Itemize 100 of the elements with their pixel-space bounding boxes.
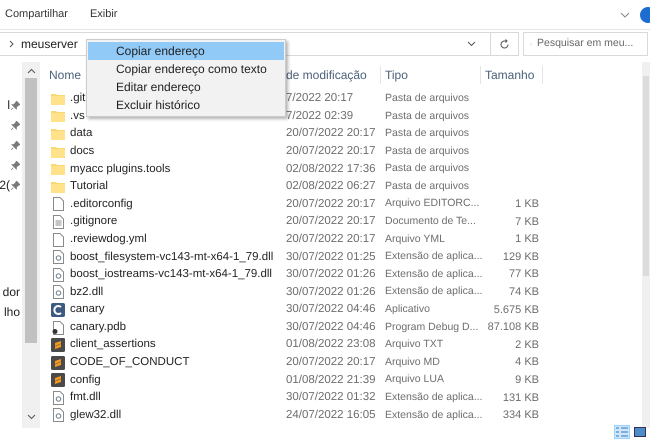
date-cell-text: 30/07/2022 04:46 [286, 320, 377, 335]
size-cell-text: 1 KB [515, 232, 539, 248]
type-cell-text: Extensão de aplica... [385, 249, 484, 264]
file-name[interactable]: glew32.dll [70, 406, 122, 424]
file-name[interactable]: Tutorial [70, 178, 108, 196]
size-cell-text: 5.675 KB [494, 302, 539, 318]
app-icon [51, 302, 65, 317]
file-name[interactable]: .editorconfig [70, 196, 133, 213]
file-icon [52, 197, 64, 212]
file-name[interactable]: boost_iostreams-vc143-mt-x64-1_79.dll [70, 266, 272, 284]
type-cell-text: Documento de Te... [385, 214, 477, 230]
file-name[interactable]: myacc plugins.tools [70, 160, 170, 178]
date-cell-text: 01/08/2022 23:08 [286, 337, 377, 352]
type-cell-text: Program Debug D... [385, 320, 480, 335]
gear-file-icon [52, 250, 64, 264]
file-icon [52, 320, 64, 335]
file-name[interactable]: boost_filesystem-vc143-mt-x64-1_79.dll [70, 248, 274, 266]
date-cell-text: 02/08/2022 17:36 [286, 162, 377, 177]
date-cell-text: 20/07/2022 20:17 [286, 232, 377, 247]
type-cell-text: Pasta de arquivos [385, 161, 470, 176]
nav-item[interactable]: dor [2, 283, 20, 301]
file-name[interactable]: .git [70, 90, 86, 108]
ribbon-tab[interactable]: Exibir [90, 6, 118, 23]
text-file-icon [52, 214, 64, 229]
pin-icon [11, 100, 20, 110]
folder-icon [51, 163, 65, 176]
folder-icon [51, 180, 65, 193]
pin-icon [11, 120, 20, 130]
file-name[interactable]: client_assertions [70, 336, 156, 354]
type-cell-text: Pasta de arquivos [385, 144, 470, 159]
type-cell-text: Extensão de aplica... [385, 266, 484, 282]
scroll-up-icon[interactable] [26, 68, 36, 74]
date-cell-text: 30/07/2022 01:26 [286, 284, 377, 300]
type-cell-text: Arquivo EDITORC... [385, 196, 480, 212]
gear-file-icon [52, 285, 64, 300]
file-name[interactable]: canary [70, 301, 105, 319]
size-cell-text: 9 KB [515, 373, 539, 388]
date-cell-text: 20/07/2022 20:17 [286, 126, 377, 142]
scroll-thumb[interactable] [643, 76, 649, 276]
file-name[interactable]: data [70, 125, 92, 143]
pin-icon [11, 180, 20, 190]
file-name[interactable]: CODE_OF_CONDUCT [70, 354, 190, 372]
nav-item[interactable]: l [7, 96, 10, 114]
ribbon-tab[interactable]: Compartilhar [5, 6, 68, 23]
date-cell-text: 20/07/2022 20:17 [286, 355, 377, 370]
type-cell-text: Pasta de arquivos [385, 126, 470, 142]
size-cell-text: 131 KB [502, 390, 539, 406]
chevron-down-icon[interactable] [620, 12, 630, 18]
menu-item[interactable]: Editar endereço [88, 78, 284, 96]
file-name[interactable]: docs [70, 142, 94, 160]
details-view-button[interactable] [614, 425, 630, 439]
file-name[interactable]: canary.pdb [70, 318, 126, 336]
nav-item[interactable]: lho [4, 303, 20, 321]
menu-item[interactable]: Copiar endereço como texto [88, 60, 284, 78]
nav-scrollbar[interactable] [22, 62, 40, 428]
size-cell-text: 4 KB [515, 355, 539, 370]
size-cell-text: 7 KB [515, 214, 539, 230]
file-name[interactable]: bz2.dll [70, 284, 104, 301]
folder-icon [51, 146, 65, 158]
editor-file-icon [51, 338, 65, 352]
size-cell-text: 74 KB [509, 285, 539, 300]
search-field[interactable]: Pesquisar em meu... [523, 32, 648, 56]
scroll-down-icon[interactable] [26, 414, 36, 420]
column-header[interactable]: Tamanho [481, 66, 543, 84]
size-cell-text: 77 KB [509, 267, 539, 282]
editor-file-icon [51, 373, 65, 388]
date-cell-text: 7/2022 20:17 [286, 91, 354, 106]
date-cell-text: 30/07/2022 01:25 [286, 250, 377, 265]
list-scrollbar[interactable] [642, 62, 650, 428]
date-cell-text: 20/07/2022 20:17 [286, 196, 377, 212]
date-cell-text: 30/07/2022 01:32 [286, 390, 377, 406]
scroll-thumb[interactable] [25, 78, 37, 343]
chevron-right-icon [9, 40, 14, 48]
help-icon[interactable] [638, 6, 650, 22]
gear-file-icon [52, 390, 64, 405]
nav-item[interactable]: 2( [0, 176, 10, 194]
date-cell-text: 30/07/2022 01:26 [286, 267, 377, 282]
pin-icon [11, 140, 20, 150]
menu-item[interactable]: Copiar endereço [88, 42, 284, 60]
date-cell-text: 7/2022 02:39 [286, 108, 354, 124]
column-header[interactable]: Tipo [381, 66, 481, 84]
gear-file-icon [52, 408, 64, 422]
pin-icon [11, 160, 20, 170]
type-cell-text: Pasta de arquivos [385, 108, 470, 124]
search-input[interactable]: Pesquisar em meu... [537, 36, 641, 52]
folder-icon [51, 128, 65, 140]
chevron-down-icon[interactable] [467, 41, 476, 47]
thumbnail-icon [634, 427, 646, 437]
date-cell-text: 24/07/2022 16:05 [286, 408, 377, 423]
file-name[interactable]: config [70, 372, 101, 389]
type-cell-text: Arquivo MD [385, 354, 441, 370]
file-name[interactable]: .reviewdog.yml [70, 230, 147, 248]
menu-item[interactable]: Excluir histórico [88, 96, 284, 114]
folder-icon [51, 110, 65, 122]
file-name[interactable]: .vs [70, 108, 85, 126]
file-name[interactable]: .gitignore [70, 213, 118, 231]
thumbnail-view-button[interactable] [632, 425, 648, 439]
file-name[interactable]: fmt.dll [70, 389, 101, 407]
refresh-icon[interactable] [499, 38, 510, 50]
type-cell-text: Extensão de aplica... [385, 390, 484, 406]
